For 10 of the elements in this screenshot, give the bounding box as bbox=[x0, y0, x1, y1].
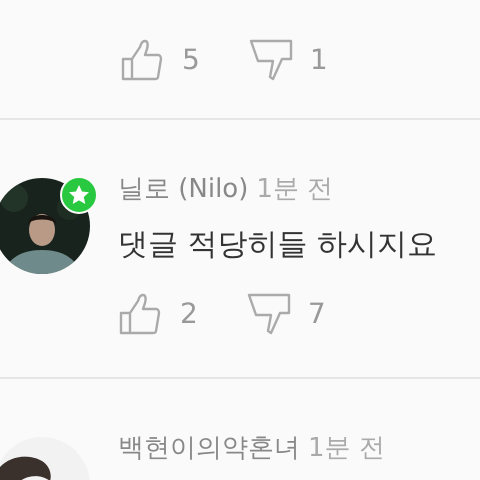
comment-time: 1분 전 bbox=[308, 433, 385, 464]
dislike-count: 1 bbox=[310, 42, 328, 78]
author-name[interactable]: 백현이의약혼녀 bbox=[118, 433, 300, 464]
like-count: 5 bbox=[182, 42, 200, 78]
thumbs-down-icon[interactable] bbox=[248, 37, 294, 83]
author-name[interactable]: 닐로 (Nilo) bbox=[118, 174, 248, 204]
dislike-count: 7 bbox=[308, 296, 326, 332]
like-count: 2 bbox=[180, 296, 198, 332]
comment-time: 1분 전 bbox=[256, 174, 334, 204]
comment-text: 댓글 적당히들 하시지요 bbox=[118, 227, 438, 264]
